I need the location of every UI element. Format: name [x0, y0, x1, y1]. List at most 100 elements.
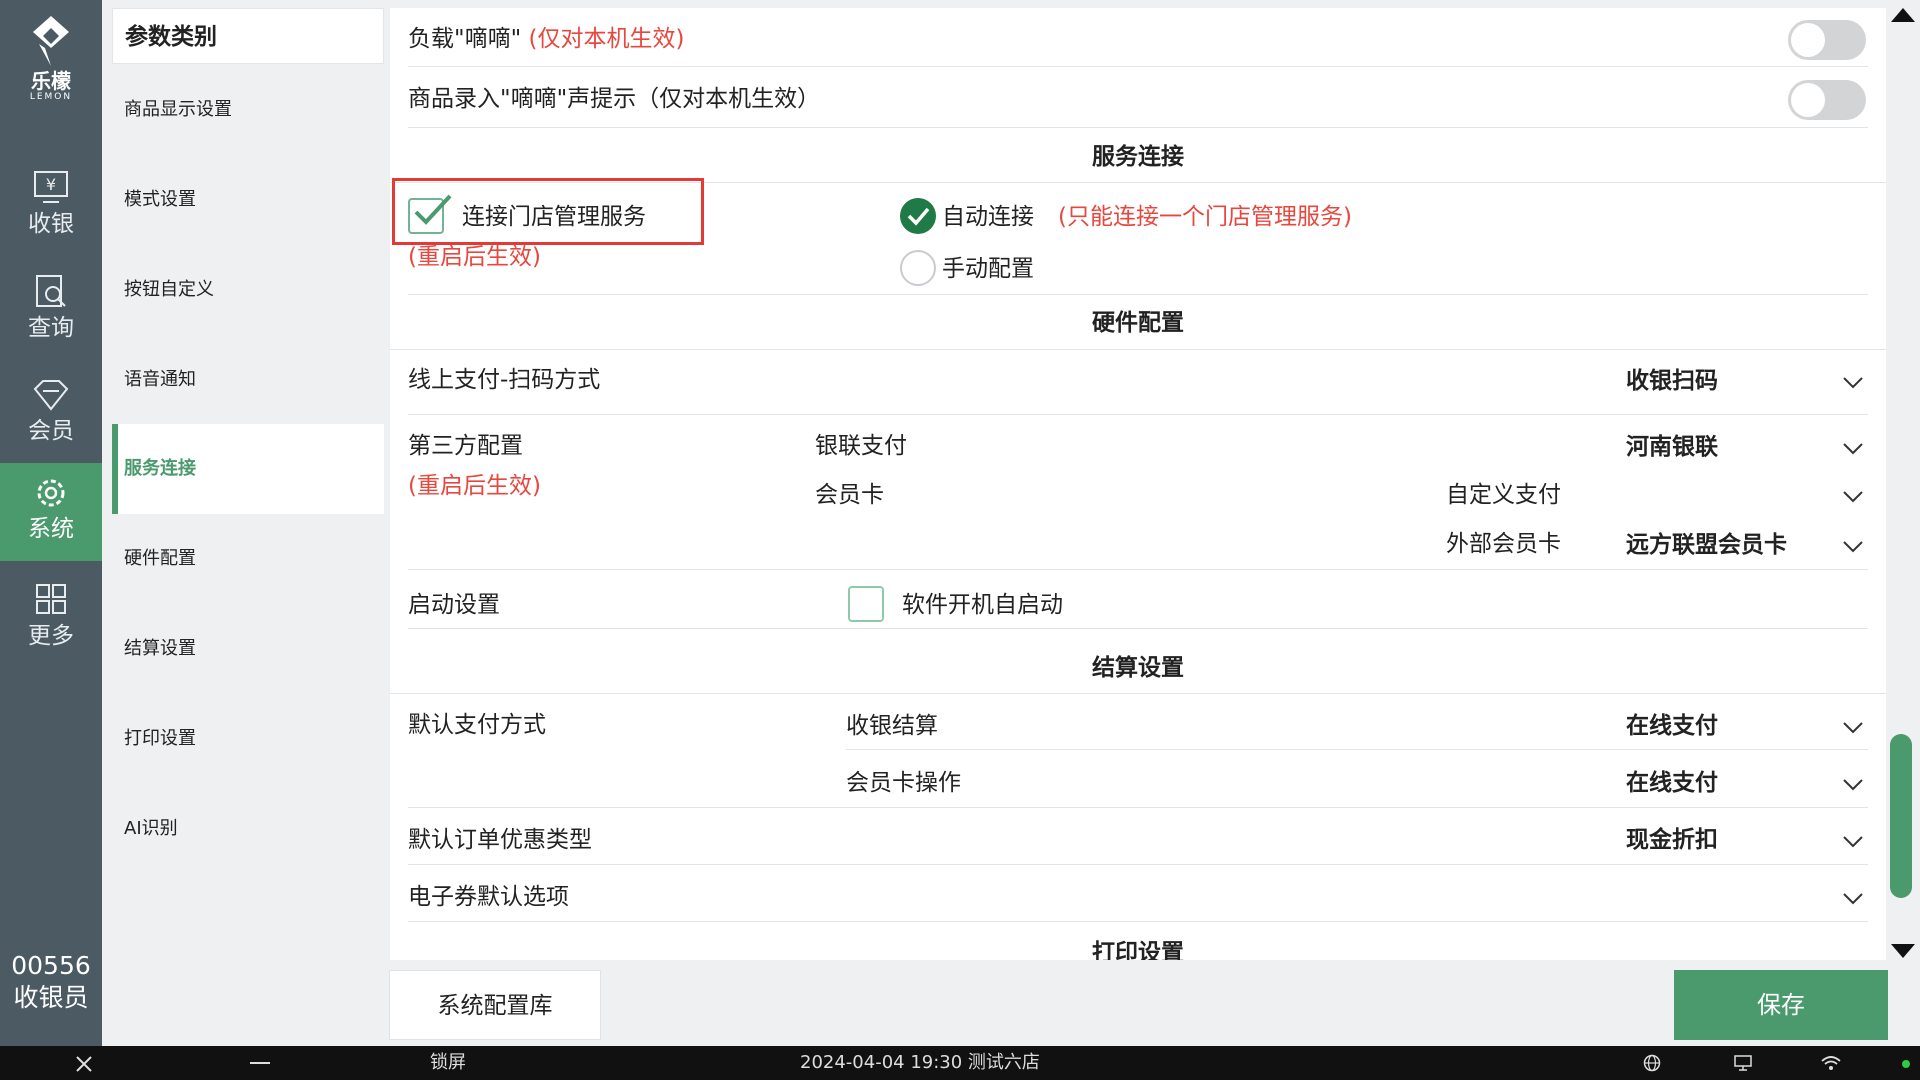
manual-config-label: 手动配置: [942, 256, 1034, 282]
beep-load-label: 负载"嘀嘀" (仅对本机生效): [408, 26, 685, 52]
monitor-icon[interactable]: [1733, 1054, 1753, 1072]
nav-item-member[interactable]: 会员: [0, 365, 102, 463]
divider: [408, 807, 1868, 808]
section-title-print: 打印设置: [1092, 940, 1184, 960]
member-icon: [33, 380, 69, 411]
connect-service-label: 连接门店管理服务: [462, 204, 646, 230]
beep-entry-toggle[interactable]: [1788, 80, 1866, 120]
chevron-down-icon[interactable]: [1842, 778, 1864, 792]
chevron-down-icon[interactable]: [1842, 540, 1864, 554]
category-item-hardware[interactable]: 硬件配置: [112, 514, 384, 604]
beep-entry-label: 商品录入"嘀嘀"声提示（仅对本机生效）: [408, 86, 821, 112]
chevron-down-icon[interactable]: [1842, 490, 1864, 504]
category-item-service[interactable]: 服务连接: [112, 424, 384, 514]
logo-text: 乐檬: [31, 69, 71, 93]
config-library-button[interactable]: 系统配置库: [389, 970, 601, 1040]
divider: [846, 749, 1868, 750]
auto-connect-radio[interactable]: [900, 198, 936, 234]
nav-item-query[interactable]: 查询: [0, 262, 102, 360]
scrollbar-thumb[interactable]: [1890, 734, 1912, 898]
user-info: 00556 收银员: [0, 950, 102, 1014]
datetime-store: 2024-04-04 19:30 测试六店: [800, 1052, 1040, 1073]
taskbar: 锁屏 2024-04-04 19:30 测试六店: [0, 1046, 1920, 1080]
member-card-op-label: 会员卡操作: [846, 770, 961, 796]
custom-pay-label: 自定义支付: [1446, 482, 1561, 508]
nav-label-query: 查询: [28, 315, 74, 341]
grid-icon: [36, 584, 66, 614]
connect-service-checkbox[interactable]: [408, 194, 452, 234]
category-item-buttons[interactable]: 按钮自定义: [112, 245, 384, 335]
divider: [408, 864, 1868, 865]
section-title-hardware: 硬件配置: [1092, 310, 1184, 336]
beep-load-toggle[interactable]: [1788, 20, 1866, 60]
default-pay-label: 默认支付方式: [408, 712, 546, 738]
query-icon: [36, 275, 66, 307]
status-dot: [1902, 1060, 1910, 1068]
category-header: 参数类别: [112, 8, 384, 64]
divider: [408, 66, 1868, 67]
minimize-icon[interactable]: [250, 1062, 270, 1066]
app-logo: 乐檬 LEMON: [0, 14, 102, 114]
third-party-label: 第三方配置: [408, 433, 523, 459]
gear-icon: [37, 479, 65, 507]
default-discount-label: 默认订单优惠类型: [408, 827, 592, 853]
close-icon[interactable]: [75, 1055, 93, 1073]
divider: [408, 414, 1868, 415]
member-card-op-value[interactable]: 在线支付: [1626, 768, 1718, 798]
category-sidebar: 参数类别 商品显示设置 模式设置 按钮自定义 语音通知 服务连接 硬件配置 结算…: [102, 0, 390, 1046]
category-item-voice[interactable]: 语音通知: [112, 335, 384, 425]
cashier-icon: ¥: [34, 171, 68, 203]
startup-label: 启动设置: [408, 592, 500, 618]
nav-item-system[interactable]: 系统: [0, 463, 102, 561]
divider: [408, 628, 1868, 629]
cashier-checkout-value[interactable]: 在线支付: [1626, 711, 1718, 741]
chevron-down-icon[interactable]: [1842, 442, 1864, 456]
online-pay-value[interactable]: 收银扫码: [1626, 366, 1718, 396]
user-id: 00556: [11, 951, 91, 980]
nav-item-more[interactable]: 更多: [0, 570, 102, 668]
lock-screen-button[interactable]: 锁屏: [430, 1046, 466, 1080]
member-card-label: 会员卡: [815, 482, 884, 508]
nav-label-system: 系统: [28, 516, 74, 542]
unionpay-label: 银联支付: [815, 433, 907, 459]
beep-load-note: (仅对本机生效): [528, 26, 685, 52]
settings-panel: 负载"嘀嘀" (仅对本机生效) 商品录入"嘀嘀"声提示（仅对本机生效） 服务连接…: [390, 8, 1886, 960]
scroll-up-arrow[interactable]: [1891, 8, 1915, 22]
third-party-note: (重启后生效): [408, 473, 541, 499]
unionpay-value[interactable]: 河南银联: [1626, 432, 1718, 462]
chevron-down-icon[interactable]: [1842, 721, 1864, 735]
category-item-ai[interactable]: AI识别: [112, 784, 384, 874]
divider: [390, 349, 1886, 350]
category-item-print[interactable]: 打印设置: [112, 694, 384, 784]
chevron-down-icon[interactable]: [1842, 892, 1864, 906]
auto-connect-label: 自动连接: [942, 204, 1034, 230]
scroll-down-arrow[interactable]: [1891, 944, 1915, 958]
svg-text:¥: ¥: [46, 175, 56, 194]
divider: [408, 294, 1868, 295]
online-pay-label: 线上支付-扫码方式: [408, 367, 601, 393]
section-title-service: 服务连接: [1092, 144, 1184, 170]
category-item-display[interactable]: 商品显示设置: [112, 65, 384, 155]
cashier-checkout-label: 收银结算: [846, 713, 938, 739]
globe-icon[interactable]: [1643, 1054, 1661, 1072]
save-button[interactable]: 保存: [1674, 970, 1888, 1040]
category-item-mode[interactable]: 模式设置: [112, 155, 384, 245]
divider: [390, 693, 1886, 694]
auto-connect-note: (只能连接一个门店管理服务): [1058, 204, 1352, 230]
ecoupon-label: 电子券默认选项: [408, 884, 569, 910]
wifi-icon[interactable]: [1820, 1055, 1842, 1071]
autostart-checkbox[interactable]: [848, 586, 884, 622]
nav-item-cashier[interactable]: ¥ 收银: [0, 158, 102, 256]
manual-config-radio[interactable]: [900, 250, 936, 286]
default-discount-value[interactable]: 现金折扣: [1626, 825, 1718, 855]
nav-rail: 乐檬 LEMON ¥ 收银 查询 会员 系统 更多 00556 收银员: [0, 0, 102, 1046]
check-icon: [414, 194, 452, 225]
chevron-down-icon[interactable]: [1842, 835, 1864, 849]
connect-restart-note: (重启后生效): [408, 244, 541, 270]
section-title-checkout: 结算设置: [1092, 655, 1184, 681]
nav-label-member: 会员: [28, 418, 74, 444]
category-item-checkout[interactable]: 结算设置: [112, 604, 384, 694]
autostart-label: 软件开机自启动: [902, 592, 1063, 618]
chevron-down-icon[interactable]: [1842, 376, 1864, 390]
external-card-value[interactable]: 远方联盟会员卡: [1626, 530, 1787, 560]
